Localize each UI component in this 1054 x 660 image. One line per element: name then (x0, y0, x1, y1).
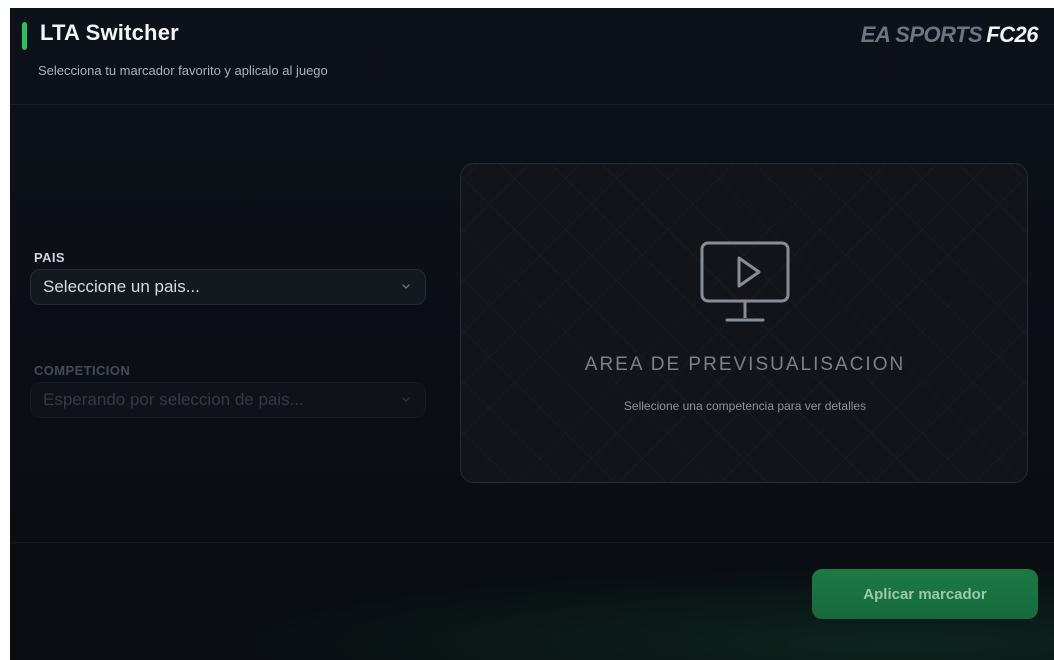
app-subtitle: Selecciona tu marcador favorito y aplica… (38, 63, 328, 78)
app-title: LTA Switcher (40, 20, 179, 45)
title-accent-bar (22, 22, 27, 50)
competicion-select[interactable]: Esperando por seleccion de pais... (30, 382, 426, 418)
brand-fc-text: FC26 (986, 22, 1038, 47)
brand-ea-text: EA SPORTS (860, 22, 983, 47)
preview-area: AREA DE PREVISUALISACION Sellecione una … (460, 163, 1028, 483)
header: LTA Switcher Selecciona tu marcador favo… (10, 8, 1054, 105)
app-window: LTA Switcher Selecciona tu marcador favo… (10, 8, 1054, 660)
monitor-play-icon (700, 241, 790, 322)
preview-hint: Sellecione una competencia para ver deta… (623, 399, 867, 413)
chevron-down-icon (402, 284, 410, 289)
apply-marcador-button[interactable]: Aplicar marcador (812, 569, 1038, 619)
chevron-down-icon (402, 397, 410, 402)
preview-title: AREA DE PREVISUALISACION (584, 354, 906, 375)
competicion-label: COMPETICION (34, 363, 131, 378)
brand-logo: EA SPORTS FC26 (860, 22, 1039, 48)
competicion-select-value: Esperando por seleccion de pais... (43, 390, 304, 409)
pais-select[interactable]: Seleccione un pais... (30, 269, 426, 305)
pais-label: PAIS (34, 250, 65, 265)
pais-select-value: Seleccione un pais... (43, 277, 200, 296)
footer: Aplicar marcador (10, 542, 1054, 660)
